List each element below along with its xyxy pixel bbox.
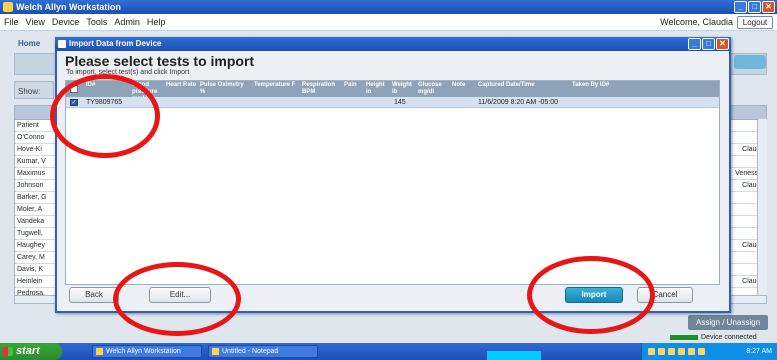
logout-button[interactable]: Logout — [737, 16, 773, 29]
tray-icon[interactable] — [678, 348, 685, 355]
back-button[interactable]: Back — [69, 287, 119, 303]
table-row[interactable]: ✓ TY9809765 145 11/6/2009 8:20 AM -05:00 — [66, 97, 719, 108]
assign-unassign-button[interactable]: Assign / Unassign — [688, 315, 768, 330]
column-id[interactable]: ID# — [86, 81, 126, 97]
dialog-icon — [58, 40, 66, 48]
patient-name: Hove-Ki — [17, 146, 42, 153]
column-weight[interactable]: Weight lb — [392, 81, 414, 97]
patient-name: Davis, K — [17, 266, 44, 273]
patient-name: Vandeka — [17, 218, 45, 225]
column-taken-by[interactable]: Taken By ID# — [572, 81, 632, 97]
patient-name: Tugwell, — [17, 230, 43, 237]
app-icon — [96, 348, 103, 355]
welcome-text: Welcome, Claudia — [660, 17, 733, 27]
patient-name: Maximus — [17, 170, 46, 177]
row-id: TY9809765 — [86, 99, 123, 106]
device-status: Device connected — [670, 334, 757, 341]
start-button[interactable]: start — [0, 343, 62, 360]
patient-name: Haughey — [17, 242, 46, 249]
app-title: Welch Allyn Workstation — [16, 2, 121, 12]
dialog-instructions: To import, select test(s) and click Impo… — [66, 69, 190, 76]
taskbar-item-workstation[interactable]: Welch Allyn Workstation — [92, 345, 202, 358]
patient-name: Johnson — [17, 182, 44, 189]
restore-button[interactable]: □ — [748, 1, 761, 13]
patient-name: Carey, M — [17, 254, 45, 261]
column-pulse-oximetry[interactable]: Pulse Oximetry % — [200, 81, 250, 97]
menu-file[interactable]: File — [4, 17, 19, 27]
column-note[interactable]: Note — [452, 81, 472, 97]
start-label: start — [16, 345, 40, 357]
dialog-close-button[interactable]: ✕ — [716, 38, 729, 50]
column-heart-rate[interactable]: Heart Rate — [166, 81, 196, 97]
menu-help[interactable]: Help — [147, 17, 166, 27]
notepad-icon — [212, 348, 219, 355]
window-controls: _ □ ✕ — [734, 1, 775, 13]
dialog-window-controls: _ □ ✕ — [688, 38, 729, 50]
dialog-maximize-button[interactable]: □ — [702, 38, 715, 50]
patient-name: Heinlein — [17, 278, 43, 285]
tray-icons — [648, 348, 705, 355]
tray-icon[interactable] — [688, 348, 695, 355]
patient-name: Moler, A — [17, 206, 43, 213]
taskbar-item-label: Untitled - Notepad — [222, 348, 279, 355]
dialog-title: Import Data from Device — [69, 39, 162, 48]
dialog-title-bar: Import Data from Device _ □ ✕ — [55, 37, 731, 51]
import-dialog: Import Data from Device _ □ ✕ Please sel… — [55, 37, 731, 313]
tray-icon[interactable] — [658, 348, 665, 355]
menu-view[interactable]: View — [26, 17, 45, 27]
taskbar-highlight — [487, 351, 541, 360]
column-captured-date-time[interactable]: Captured Date/Time — [478, 81, 568, 97]
vertical-scrollbar[interactable] — [757, 119, 767, 295]
minimize-button[interactable]: _ — [734, 1, 747, 13]
patient-name: Kumar, V — [17, 158, 46, 165]
patient-name: O'Conno — [17, 134, 45, 141]
app-title-bar: Welch Allyn Workstation _ □ ✕ — [0, 0, 777, 14]
tests-grid-header: ID# Blood pressure mmHg Heart Rate Pulse… — [66, 81, 719, 102]
taskbar-item-label: Welch Allyn Workstation — [106, 348, 181, 355]
tests-grid: ID# Blood pressure mmHg Heart Rate Pulse… — [65, 80, 720, 285]
clock[interactable]: 8:27 AM — [746, 348, 772, 355]
app-icon — [3, 2, 13, 12]
close-button[interactable]: ✕ — [762, 1, 775, 13]
device-status-text: Device connected — [701, 334, 757, 341]
device-connected-indicator — [670, 335, 698, 340]
menu-admin[interactable]: Admin — [114, 17, 140, 27]
row-weight: 145 — [394, 99, 406, 106]
menu-bar: File View Device Tools Admin Help Welcom… — [0, 14, 777, 31]
patient-name: Patient — [17, 122, 39, 129]
import-button[interactable]: Import — [565, 287, 623, 303]
edit-button[interactable]: Edit... — [149, 287, 211, 303]
dialog-minimize-button[interactable]: _ — [688, 38, 701, 50]
show-label: Show: — [18, 87, 41, 96]
background-action-button[interactable] — [734, 55, 766, 69]
home-tab[interactable]: Home — [18, 39, 40, 48]
tray-icon[interactable] — [698, 348, 705, 355]
row-checkbox[interactable]: ✓ — [70, 99, 78, 106]
patient-name: Barker, G — [17, 194, 47, 201]
column-height[interactable]: Height in — [366, 81, 388, 97]
column-respiration[interactable]: Respiration BPM — [302, 81, 340, 97]
column-glucose[interactable]: Glucose mg/dl — [418, 81, 446, 97]
taskbar-item-notepad[interactable]: Untitled - Notepad — [208, 345, 318, 358]
taskbar: start Welch Allyn Workstation Untitled -… — [0, 343, 777, 360]
select-all-checkbox[interactable] — [70, 85, 78, 93]
column-temperature[interactable]: Temperature F — [254, 81, 298, 97]
column-pain[interactable]: Pain — [344, 81, 360, 97]
tray-icon[interactable] — [648, 348, 655, 355]
tray-icon[interactable] — [668, 348, 675, 355]
column-blood-pressure[interactable]: Blood pressure mmHg — [132, 81, 162, 102]
dialog-heading: Please select tests to import — [65, 53, 255, 69]
cancel-button[interactable]: Cancel — [637, 287, 693, 303]
row-captured: 11/6/2009 8:20 AM -05:00 — [478, 99, 559, 106]
menu-tools[interactable]: Tools — [86, 17, 107, 27]
system-tray: 8:27 AM — [641, 343, 777, 360]
menu-device[interactable]: Device — [52, 17, 80, 27]
windows-flag-icon — [3, 347, 13, 356]
